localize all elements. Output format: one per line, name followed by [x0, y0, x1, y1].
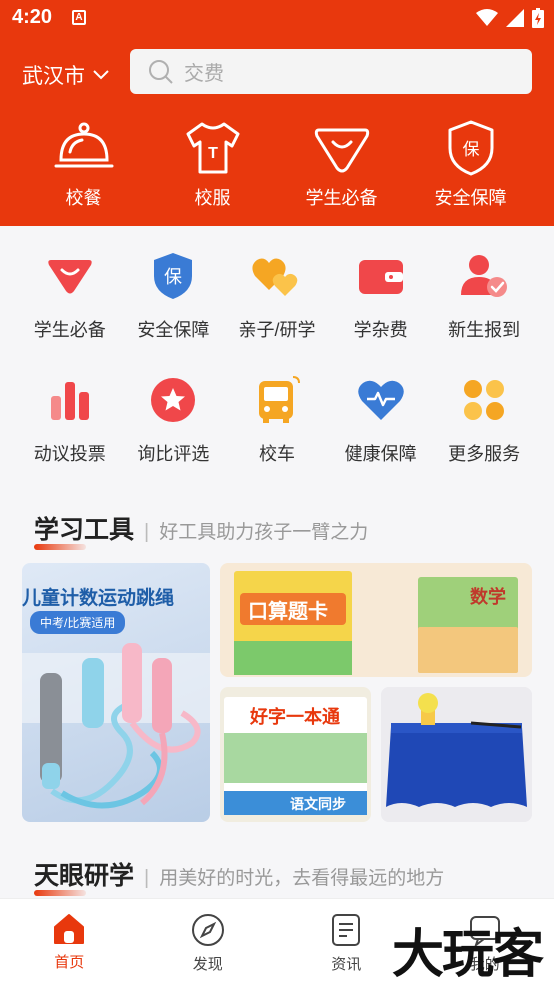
shield-icon: 保	[154, 253, 193, 299]
book-cover: 口算题卡	[234, 571, 352, 675]
service-label: 健康保障	[344, 444, 417, 464]
service-label: 安全保障	[137, 320, 210, 340]
system-icons	[476, 8, 544, 28]
service-label: 询比评选	[137, 444, 210, 464]
top-categories: 校餐 T 校服 学生必备 保 安全保障	[0, 120, 554, 210]
watermark-logo: 大玩客	[391, 924, 544, 984]
jump-rope-image	[22, 643, 210, 809]
svg-text:T: T	[208, 145, 218, 162]
service-health[interactable]: 健康保障	[329, 374, 433, 466]
hearts-icon	[252, 258, 298, 296]
book-title: 数学	[470, 587, 506, 607]
search-box[interactable]: 交费	[130, 49, 532, 94]
city-label: 武汉市	[22, 65, 85, 88]
compass-icon	[191, 914, 224, 946]
tshirt-icon: T	[186, 122, 239, 174]
top-category-uniform[interactable]: T 校服	[148, 120, 277, 210]
service-school-bus[interactable]: 校车	[225, 374, 329, 466]
section-research-title: 天眼研学 | 用美好的时光，去看得最远的地方	[34, 856, 445, 896]
section-subtitle: 好工具助力孩子一臂之力	[159, 522, 369, 543]
tablecloth-image	[381, 687, 532, 822]
search-icon	[149, 59, 173, 84]
top-category-label: 校服	[194, 188, 231, 208]
notification-app-icon: A	[72, 10, 86, 25]
top-category-label: 安全保障	[434, 188, 507, 208]
service-fees[interactable]: 学杂费	[329, 250, 433, 342]
service-label: 亲子/研学	[238, 320, 316, 340]
service-label: 更多服务	[448, 444, 521, 464]
service-vote[interactable]: 动议投票	[18, 374, 122, 466]
top-category-meal[interactable]: 校餐	[19, 120, 148, 210]
document-icon	[332, 914, 361, 946]
svg-text:保: 保	[164, 267, 182, 288]
service-label: 动议投票	[33, 444, 106, 464]
top-category-essentials[interactable]: 学生必备	[277, 120, 406, 210]
battery-icon	[532, 8, 544, 28]
user-check-icon	[461, 255, 508, 297]
product-tile-books[interactable]: 口算题卡 数学	[220, 563, 532, 677]
header: 4:20 A 武汉市 交费 校餐 T 校服 学生必备 保 安全保障	[0, 0, 554, 226]
top-category-label: 学生必备	[305, 188, 378, 208]
service-more[interactable]: 更多服务	[432, 374, 536, 466]
tab-home[interactable]: 首页	[0, 899, 139, 984]
section-title: 学习工具	[34, 510, 134, 550]
bar-chart-icon	[50, 382, 89, 420]
product-tile-jump-rope[interactable]: 儿童计数运动跳绳 中考/比赛适用	[22, 563, 210, 822]
book-title: 口算题卡	[248, 601, 328, 623]
service-selection[interactable]: 询比评选	[122, 374, 226, 466]
top-category-label: 校餐	[65, 188, 102, 208]
service-label: 新生报到	[448, 320, 521, 340]
service-grid: 学生必备 保 安全保障 亲子/研学 学杂费 新生报到 动议投票 询比评选 校车 …	[18, 250, 536, 466]
service-parent-study[interactable]: 亲子/研学	[225, 250, 329, 342]
service-essentials[interactable]: 学生必备	[18, 250, 122, 342]
bag-icon	[314, 128, 369, 173]
service-new-student[interactable]: 新生报到	[432, 250, 536, 342]
tab-discover[interactable]: 发现	[139, 899, 278, 984]
service-label: 学生必备	[33, 320, 106, 340]
workbook-strip: 语文同步	[290, 796, 346, 812]
wifi-icon	[476, 9, 498, 26]
home-icon	[54, 914, 85, 944]
search-placeholder: 交费	[184, 63, 224, 85]
bag-icon	[48, 260, 92, 294]
service-safety[interactable]: 保 安全保障	[122, 250, 226, 342]
city-selector[interactable]: 武汉市	[22, 60, 109, 90]
shield-icon: 保	[448, 120, 493, 176]
service-label: 学杂费	[353, 320, 408, 340]
svg-text:保: 保	[462, 140, 479, 160]
status-bar: 4:20 A	[0, 0, 554, 38]
service-label: 校车	[258, 444, 295, 464]
top-category-safety[interactable]: 保 安全保障	[406, 120, 535, 210]
grid-icon	[464, 380, 505, 420]
signal-icon	[506, 9, 524, 27]
tab-label: 首页	[54, 954, 85, 971]
section-title: 天眼研学	[34, 856, 134, 896]
section-study-tools-title: 学习工具 | 好工具助力孩子一臂之力	[34, 510, 369, 550]
tab-label: 资讯	[331, 956, 362, 973]
product-tile-workbook[interactable]: 好字一本通 语文同步	[220, 687, 371, 822]
heart-pulse-icon	[357, 380, 404, 420]
book-cover: 数学	[418, 577, 518, 673]
bus-icon	[258, 376, 300, 423]
wallet-icon	[358, 260, 403, 294]
product-tile-tablecloth[interactable]	[381, 687, 532, 822]
star-icon	[151, 378, 196, 422]
dish-cover-icon	[54, 122, 113, 168]
section-subtitle: 用美好的时光，去看得最远的地方	[159, 868, 445, 889]
status-time: 4:20	[12, 6, 53, 28]
workbook-title: 好字一本通	[250, 707, 340, 727]
chevron-down-icon	[93, 70, 109, 80]
tab-label: 发现	[192, 956, 223, 973]
